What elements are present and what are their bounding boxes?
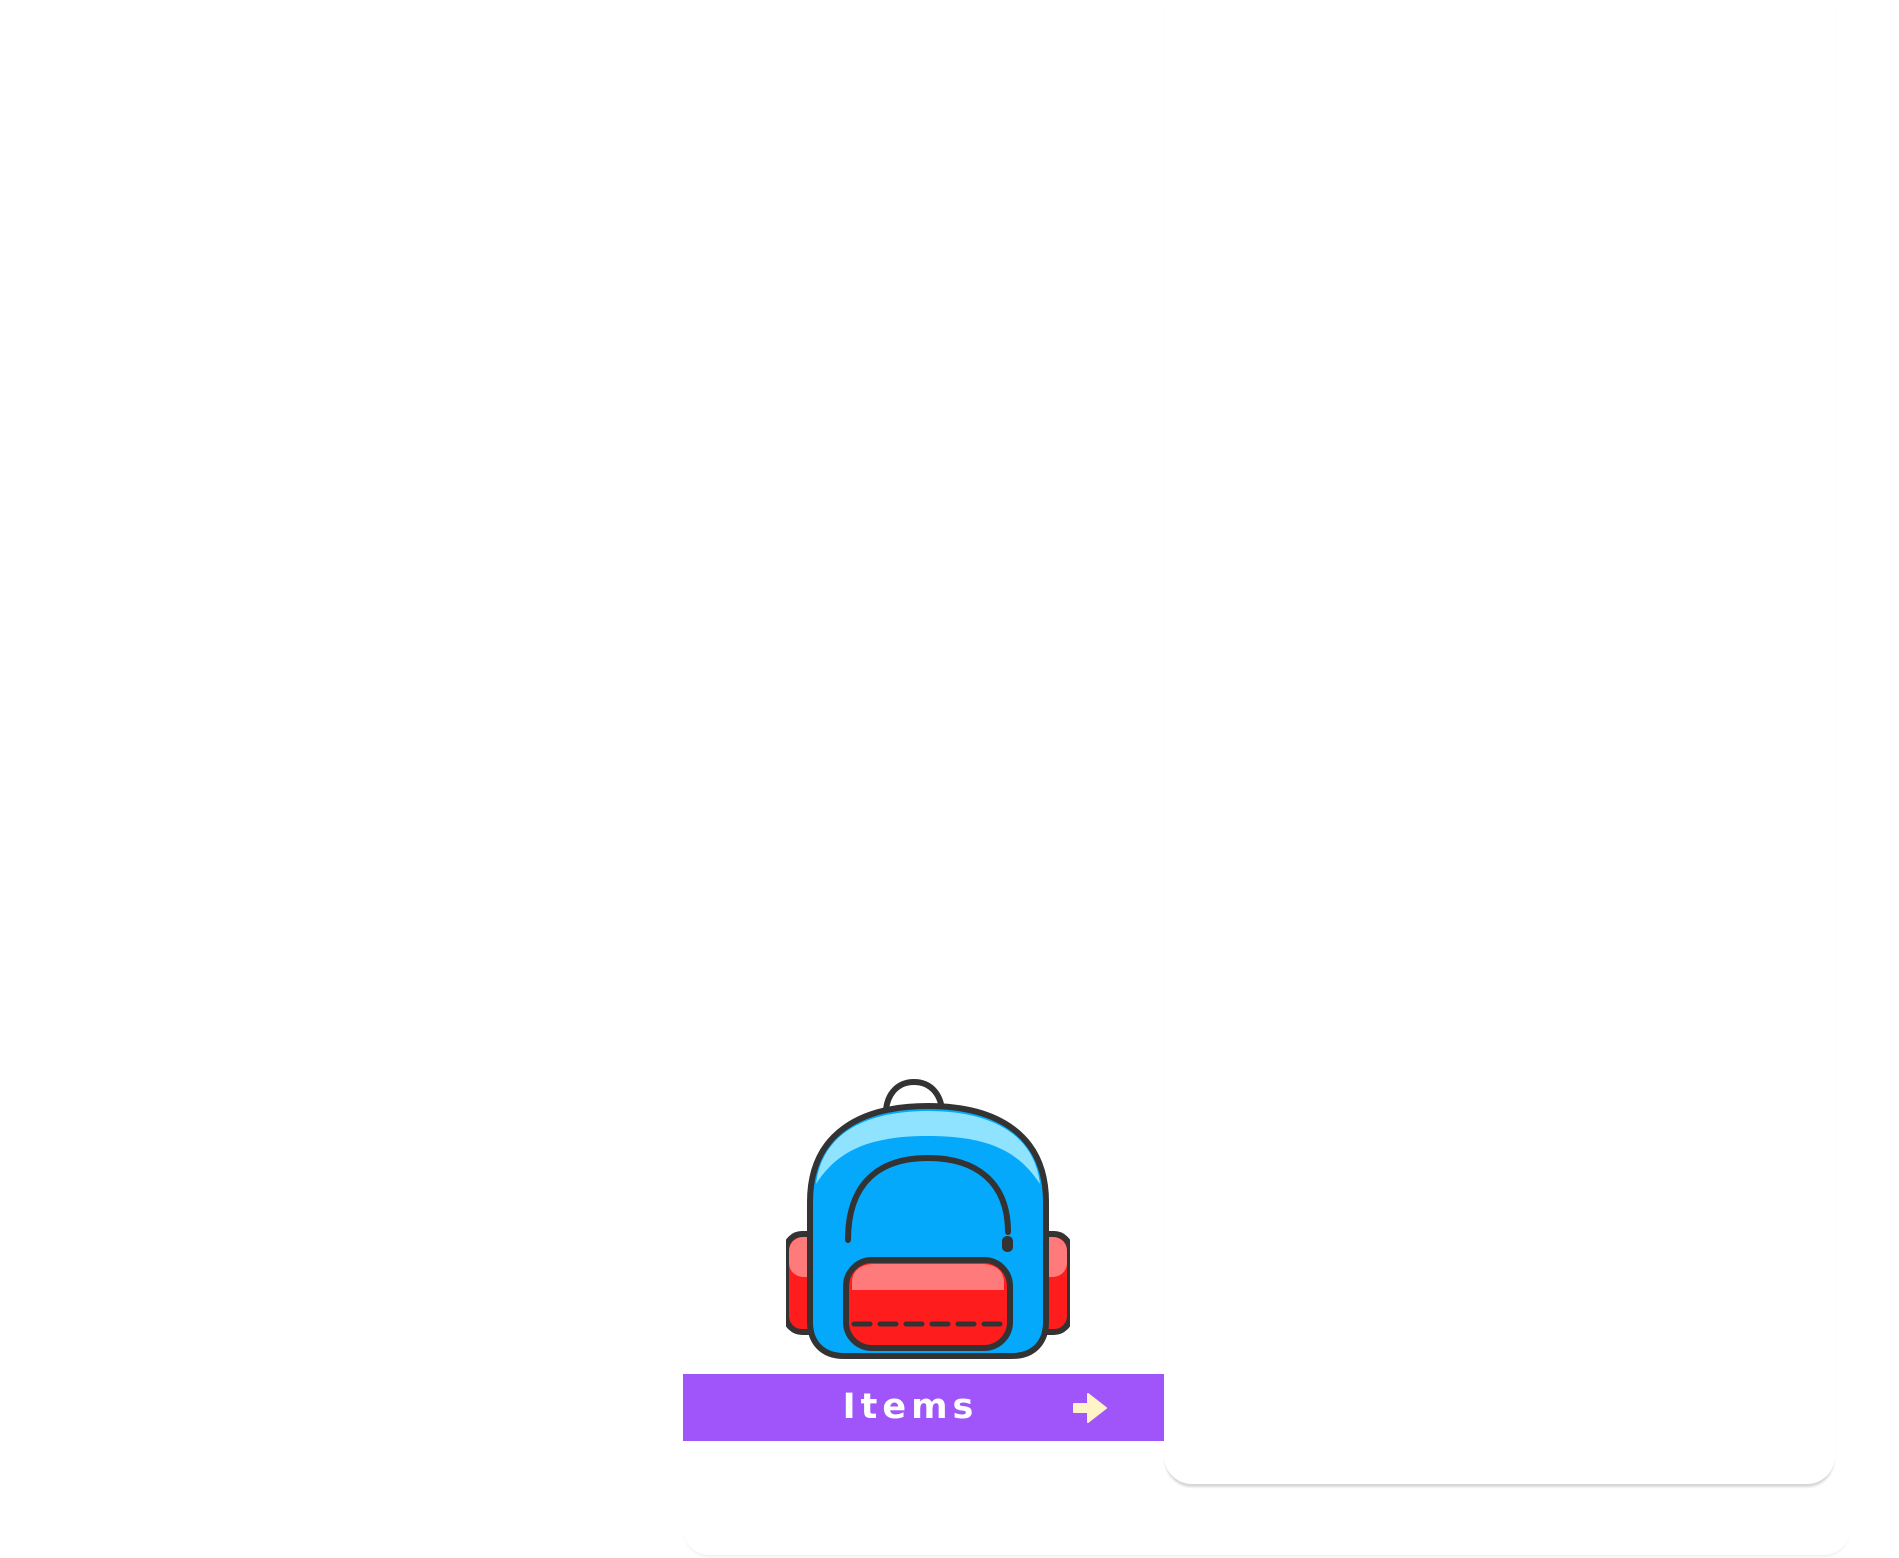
backpack-icon [786, 1078, 1070, 1359]
arrow-right-icon [1073, 1393, 1107, 1423]
page: Items [0, 0, 1899, 1558]
items-tile[interactable]: Items [683, 1060, 1164, 1442]
side-panel [1164, 0, 1835, 1484]
items-button[interactable]: Items [683, 1374, 1164, 1441]
